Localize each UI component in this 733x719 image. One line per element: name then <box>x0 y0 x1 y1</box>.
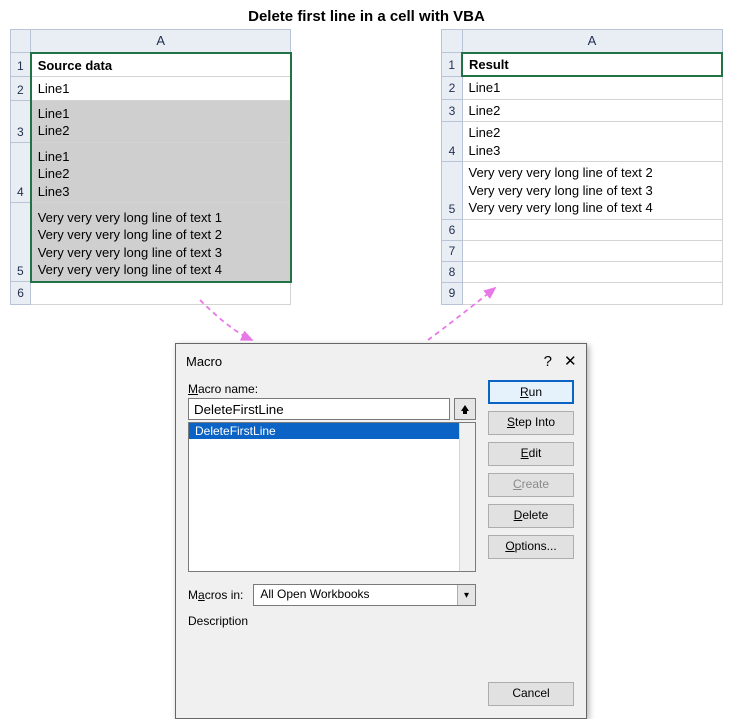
description-label: Description <box>188 614 476 628</box>
macro-name-label: Macro name: <box>188 382 476 396</box>
cell[interactable]: Line1 <box>462 76 722 99</box>
row-header[interactable]: 3 <box>11 100 31 142</box>
cell[interactable]: Line2Line3 <box>462 122 722 162</box>
macro-dialog: Macro ? ✕ Macro name: DeleteFirstLine Ma… <box>175 343 587 719</box>
row-header[interactable]: 2 <box>442 76 462 99</box>
macro-name-input[interactable] <box>188 398 450 420</box>
cell[interactable]: Line1Line2Line3 <box>31 142 291 202</box>
result-sheet: A 1 Result 2 Line1 3 Line2 4 Line2Line3 … <box>441 29 723 305</box>
dialog-title: Macro <box>186 354 528 369</box>
row-header[interactable]: 5 <box>11 203 31 282</box>
macros-in-select[interactable]: All Open Workbooks ▾ <box>253 584 476 606</box>
help-icon[interactable]: ? <box>528 353 552 370</box>
column-header-a[interactable]: A <box>31 30 291 53</box>
cell[interactable]: Source data <box>31 53 291 77</box>
row-header[interactable]: 2 <box>11 77 31 101</box>
cell[interactable]: Very very very long line of text 2Very v… <box>462 162 722 220</box>
cell[interactable]: Result <box>462 53 722 77</box>
list-item[interactable]: DeleteFirstLine <box>189 423 475 439</box>
macro-listbox[interactable]: DeleteFirstLine <box>188 422 476 572</box>
cell[interactable] <box>462 283 722 304</box>
cell[interactable]: Line1 <box>31 77 291 101</box>
row-header[interactable]: 1 <box>442 53 462 77</box>
cell[interactable] <box>462 219 722 240</box>
source-sheet: A 1 Source data 2 Line1 3 Line1Line2 4 L… <box>10 29 292 305</box>
cell[interactable]: Line1Line2 <box>31 100 291 142</box>
row-header[interactable]: 5 <box>442 162 462 220</box>
row-header[interactable]: 8 <box>442 262 462 283</box>
macros-in-value: All Open Workbooks <box>260 587 369 601</box>
cell[interactable]: Line2 <box>462 99 722 122</box>
options-button[interactable]: Options... <box>488 535 574 559</box>
row-header[interactable]: 3 <box>442 99 462 122</box>
select-all-corner[interactable] <box>11 30 31 53</box>
row-header[interactable]: 6 <box>11 282 31 304</box>
cell[interactable] <box>31 282 291 304</box>
cell[interactable]: Very very very long line of text 1Very v… <box>31 203 291 282</box>
cell[interactable] <box>462 262 722 283</box>
page-title: Delete first line in a cell with VBA <box>0 0 733 29</box>
macros-in-label: Macros in: <box>188 588 243 602</box>
run-button[interactable]: Run <box>488 380 574 404</box>
scrollbar[interactable] <box>459 423 475 571</box>
row-header[interactable]: 7 <box>442 241 462 262</box>
row-header[interactable]: 4 <box>442 122 462 162</box>
reference-icon[interactable] <box>454 398 476 420</box>
delete-button[interactable]: Delete <box>488 504 574 528</box>
row-header[interactable]: 9 <box>442 283 462 304</box>
select-all-corner[interactable] <box>442 30 462 53</box>
row-header[interactable]: 6 <box>442 219 462 240</box>
step-into-button[interactable]: Step Into <box>488 411 574 435</box>
cancel-button[interactable]: Cancel <box>488 682 574 706</box>
column-header-a[interactable]: A <box>462 30 722 53</box>
edit-button[interactable]: Edit <box>488 442 574 466</box>
row-header[interactable]: 1 <box>11 53 31 77</box>
row-header[interactable]: 4 <box>11 142 31 202</box>
cell[interactable] <box>462 241 722 262</box>
close-icon[interactable]: ✕ <box>552 352 576 370</box>
create-button: Create <box>488 473 574 497</box>
chevron-down-icon: ▾ <box>457 585 475 605</box>
